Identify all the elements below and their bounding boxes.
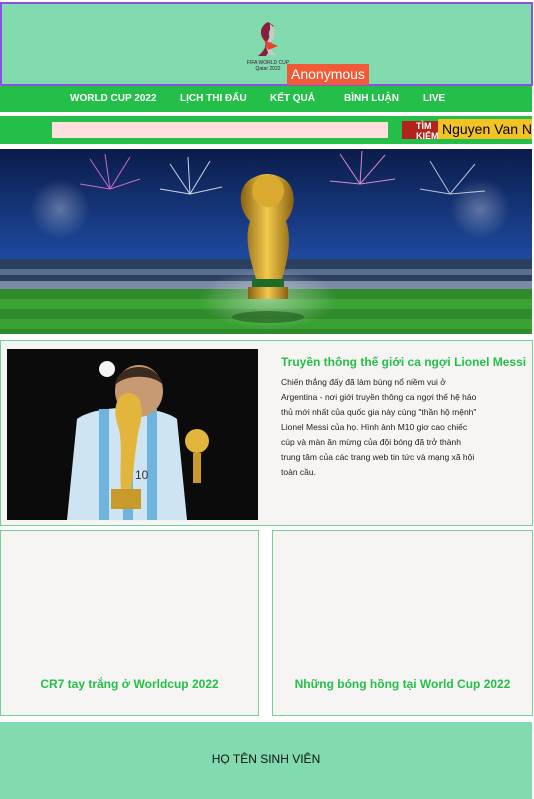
hero-banner	[0, 149, 532, 334]
news-card-title[interactable]: Những bóng hồng tại World Cup 2022	[273, 677, 532, 691]
news-card-title[interactable]: CR7 tay trắng ở Worldcup 2022	[1, 677, 258, 691]
search-input[interactable]	[52, 122, 388, 138]
featured-article-summary: Chiến thắng đấy đã làm bùng nổ niềm vui …	[281, 377, 477, 477]
nav-item-schedule[interactable]: LỊCH THI ĐẤU	[180, 93, 247, 104]
site-footer: HỌ TÊN SINH VIÊN	[0, 722, 532, 799]
nav-item-live[interactable]: LIVE	[423, 93, 445, 104]
svg-text:Qatar 2022: Qatar 2022	[255, 66, 280, 72]
news-card[interactable]: CR7 tay trắng ở Worldcup 2022	[0, 530, 259, 716]
stadium-trophy-banner-image	[0, 149, 532, 334]
messi-trophy-image: 10	[7, 349, 258, 520]
student-name-badge: Nguyen Van N	[438, 119, 532, 139]
featured-article-title[interactable]: Truyền thông thế giới ca ngợi Lionel Mes…	[281, 355, 526, 369]
news-card[interactable]: Những bóng hồng tại World Cup 2022	[272, 530, 533, 716]
nav-item-world-cup-2022[interactable]: WORLD CUP 2022	[70, 93, 157, 104]
svg-text:10: 10	[135, 468, 149, 482]
main-nav: WORLD CUP 2022 LỊCH THI ĐẤU KẾT QUẢ BÌNH…	[0, 86, 532, 112]
footer-student-name: HỌ TÊN SINH VIÊN	[211, 752, 321, 766]
search-bar: TÌM KIẾM Nguyen Van N	[0, 116, 532, 144]
world-cup-logo: FIFA WORLD CUP Qatar 2022	[247, 22, 290, 72]
nav-item-results[interactable]: KẾT QUẢ	[270, 93, 315, 104]
user-badge[interactable]: Anonymous	[287, 64, 369, 85]
site-header: FIFA WORLD CUP Qatar 2022 Anonymous	[0, 2, 533, 86]
nav-item-comments[interactable]: BÌNH LUẬN	[344, 93, 399, 104]
featured-article[interactable]: 10 Truyền thông thế giới ca ngợi Lionel …	[0, 340, 533, 526]
